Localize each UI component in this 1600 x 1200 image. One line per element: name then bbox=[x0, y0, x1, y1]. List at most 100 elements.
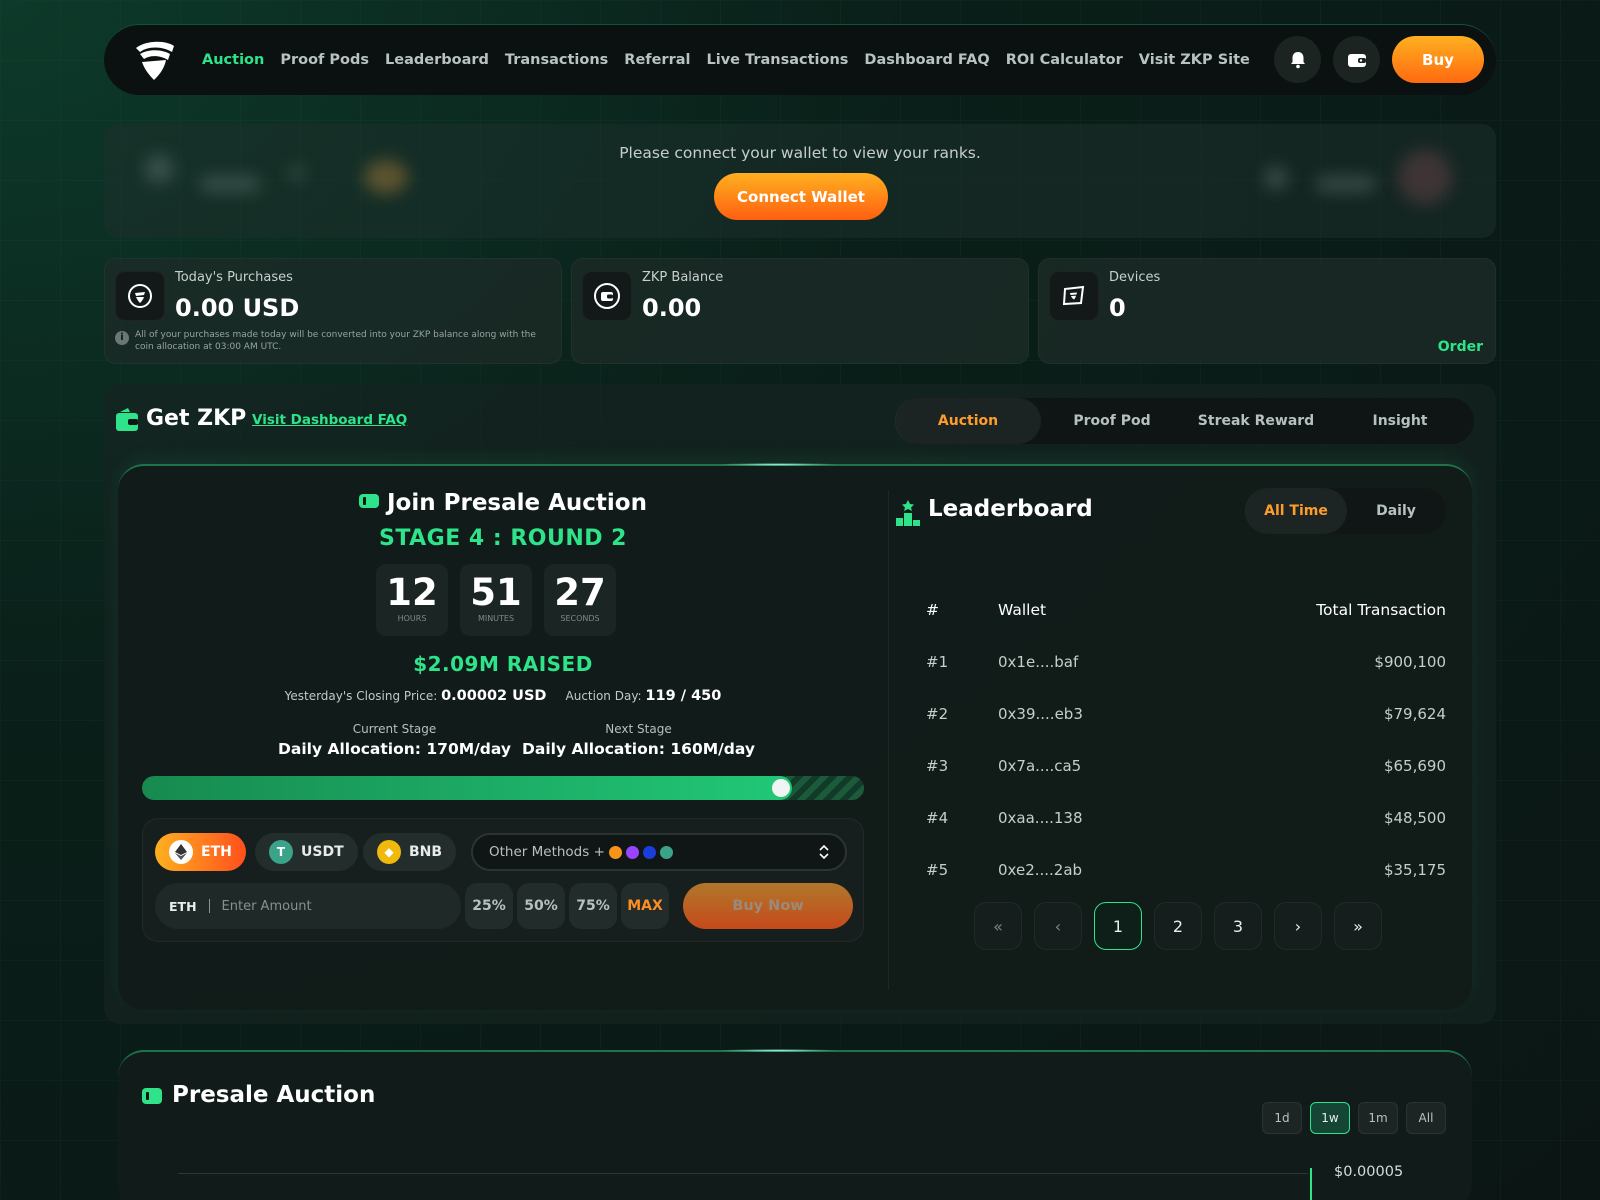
stage-progress-bar bbox=[142, 776, 864, 800]
coin-eth-label: ETH bbox=[201, 844, 232, 860]
buy-button[interactable]: Buy bbox=[1392, 36, 1484, 83]
purchases-icon-box bbox=[115, 271, 165, 321]
zkp-balance-card: ZKP Balance 0.00 bbox=[571, 258, 1029, 364]
presale-auction-chart-card: Presale Auction 1d 1w 1m All $0.00005 bbox=[118, 1049, 1472, 1200]
nav-link-referral[interactable]: Referral bbox=[624, 52, 690, 68]
percent-50-button[interactable]: 50% bbox=[517, 883, 565, 929]
bell-icon bbox=[1290, 51, 1305, 68]
next-page-button[interactable]: › bbox=[1274, 902, 1322, 950]
wallet-button[interactable] bbox=[1333, 36, 1380, 83]
rank-cell: #5 bbox=[926, 861, 949, 879]
chart-price-marker bbox=[1310, 1168, 1312, 1200]
stat-label: ZKP Balance bbox=[642, 270, 724, 285]
nav-link-visit-zkp-site[interactable]: Visit ZKP Site bbox=[1139, 52, 1250, 68]
stat-value: 0 bbox=[1109, 294, 1126, 322]
leaderboard-period-toggle: All Time Daily bbox=[1246, 488, 1446, 534]
coin-bnb-label: BNB bbox=[409, 844, 443, 860]
amount-input[interactable] bbox=[221, 898, 442, 914]
other-methods-label: Other Methods + bbox=[489, 844, 605, 860]
order-link[interactable]: Order bbox=[1438, 339, 1483, 355]
nav-link-auction[interactable]: Auction bbox=[202, 52, 264, 68]
progress-knob bbox=[771, 779, 790, 797]
dashboard-faq-link[interactable]: Visit Dashboard FAQ bbox=[252, 412, 407, 428]
range-all-button[interactable]: All bbox=[1406, 1102, 1446, 1134]
tab-insight[interactable]: Insight bbox=[1328, 399, 1472, 443]
nav-link-proof-pods[interactable]: Proof Pods bbox=[280, 52, 369, 68]
page-3-button[interactable]: 3 bbox=[1214, 902, 1262, 950]
buy-now-button[interactable]: Buy Now bbox=[683, 883, 853, 929]
table-row[interactable]: #5 0xe2....2ab $35,175 bbox=[914, 844, 1446, 896]
total-cell: $48,500 bbox=[1383, 809, 1446, 827]
nav-link-transactions[interactable]: Transactions bbox=[505, 52, 608, 68]
table-row[interactable]: #3 0x7a....ca5 $65,690 bbox=[914, 740, 1446, 792]
prev-page-button[interactable]: ‹ bbox=[1034, 902, 1082, 950]
toggle-all-time[interactable]: All Time bbox=[1246, 489, 1346, 533]
connect-wallet-button[interactable]: Connect Wallet bbox=[714, 173, 888, 220]
nav-link-live-transactions[interactable]: Live Transactions bbox=[706, 52, 848, 68]
column-divider bbox=[888, 490, 889, 990]
tab-proof-pod[interactable]: Proof Pod bbox=[1040, 399, 1184, 443]
wallet-icon bbox=[1347, 53, 1366, 67]
range-selector: 1d 1w 1m All bbox=[1262, 1102, 1446, 1134]
stage-round: STAGE 4 : ROUND 2 bbox=[379, 526, 627, 551]
info-icon[interactable]: i bbox=[115, 331, 129, 345]
blurred-rank-badge bbox=[364, 160, 408, 194]
total-cell: $65,690 bbox=[1383, 757, 1446, 775]
zkp-coin-icon bbox=[128, 284, 152, 308]
get-zkp-title: Get ZKP bbox=[146, 406, 247, 431]
other-methods-select[interactable]: Other Methods + bbox=[471, 833, 847, 871]
presale-auction-title: Presale Auction bbox=[172, 1082, 376, 1108]
price-info: Yesterday's Closing Price: 0.00002 USD A… bbox=[118, 688, 888, 704]
minutes-label: MINUTES bbox=[477, 614, 515, 623]
wallet-cell: 0xe2....2ab bbox=[998, 861, 1083, 879]
header-wallet: Wallet bbox=[998, 601, 1047, 619]
blurred-rank-text bbox=[200, 176, 260, 192]
nav-link-roi-calculator[interactable]: ROI Calculator bbox=[1006, 52, 1123, 68]
next-stage-value: Daily Allocation: 160M/day bbox=[522, 740, 755, 758]
table-row[interactable]: #2 0x39....eb3 $79,624 bbox=[914, 688, 1446, 740]
zkp-logo-icon[interactable] bbox=[132, 38, 176, 82]
top-nav: Auction Proof Pods Leaderboard Transactions… bbox=[104, 24, 1496, 95]
table-row[interactable]: #1 0x1e....baf $900,100 bbox=[914, 636, 1446, 688]
balance-icon-box bbox=[582, 271, 632, 321]
range-1m-button[interactable]: 1m bbox=[1358, 1102, 1398, 1134]
purchase-note: i All of your purchases made today will … bbox=[115, 329, 545, 353]
blurred-rank-icon bbox=[290, 166, 304, 180]
auction-day-label: Auction Day: bbox=[565, 689, 642, 703]
range-1w-button[interactable]: 1w bbox=[1310, 1102, 1350, 1134]
page-1-button[interactable]: 1 bbox=[1094, 902, 1142, 950]
coin-bnb-button[interactable]: ◆ BNB bbox=[363, 833, 457, 871]
minutes-value: 51 bbox=[470, 571, 522, 614]
rank-cell: #4 bbox=[926, 809, 949, 827]
amount-field: ETH bbox=[155, 883, 461, 929]
first-page-button[interactable]: « bbox=[974, 902, 1022, 950]
get-zkp-tabs: Auction Proof Pod Streak Reward Insight bbox=[896, 398, 1474, 444]
range-1d-button[interactable]: 1d bbox=[1262, 1102, 1302, 1134]
usdt-icon: T bbox=[269, 840, 293, 864]
page-2-button[interactable]: 2 bbox=[1154, 902, 1202, 950]
percent-75-button[interactable]: 75% bbox=[569, 883, 617, 929]
nav-link-dashboard-faq[interactable]: Dashboard FAQ bbox=[864, 52, 989, 68]
coin-usdt-button[interactable]: T USDT bbox=[255, 833, 358, 871]
tab-streak-reward[interactable]: Streak Reward bbox=[1184, 399, 1328, 443]
last-page-button[interactable]: » bbox=[1334, 902, 1382, 950]
auction-card: Join Presale Auction STAGE 4 : ROUND 2 1… bbox=[118, 463, 1472, 1010]
rank-message: Please connect your wallet to view your … bbox=[619, 144, 981, 162]
table-row[interactable]: #4 0xaa....138 $48,500 bbox=[914, 792, 1446, 844]
coin-eth-button[interactable]: ETH bbox=[155, 833, 246, 871]
chart-price-label: $0.00005 bbox=[1334, 1164, 1404, 1180]
max-button[interactable]: MAX bbox=[621, 883, 669, 929]
payment-box: ETH T USDT ◆ BNB Other Methods + ETH Ent… bbox=[142, 818, 864, 942]
rank-cell: #1 bbox=[926, 653, 949, 671]
tab-auction[interactable]: Auction bbox=[896, 399, 1040, 443]
wallet-green-icon bbox=[116, 408, 138, 431]
percent-25-button[interactable]: 25% bbox=[465, 883, 513, 929]
rank-cell: #2 bbox=[926, 705, 949, 723]
toggle-daily[interactable]: Daily bbox=[1346, 489, 1446, 533]
timer-hours: 12 HOURS bbox=[376, 564, 448, 636]
nav-link-leaderboard[interactable]: Leaderboard bbox=[385, 52, 489, 68]
eth-icon bbox=[169, 840, 193, 864]
notifications-button[interactable] bbox=[1274, 36, 1321, 83]
leaderboard-title: Leaderboard bbox=[928, 496, 1093, 522]
ticket-icon bbox=[359, 494, 379, 508]
